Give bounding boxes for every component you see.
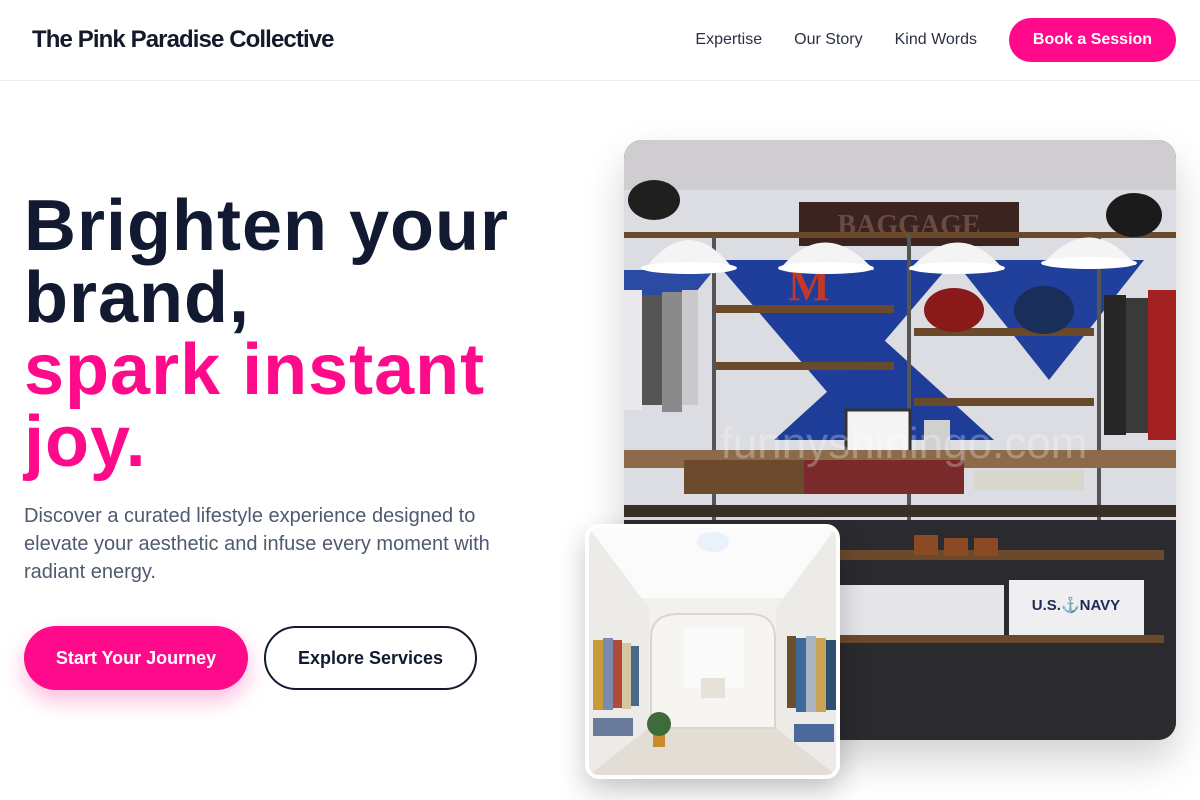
headline-line-2: brand,: [24, 258, 251, 338]
hero-section: Brighten your brand, spark instant joy. …: [24, 190, 564, 690]
nav-link-expertise[interactable]: Expertise: [695, 31, 762, 49]
hero-cta-row: Start Your Journey Explore Services: [24, 626, 564, 690]
site-header: The Pink Paradise Collective Expertise O…: [0, 0, 1200, 81]
hero-headline: Brighten your brand, spark instant joy.: [24, 190, 564, 478]
explore-services-button[interactable]: Explore Services: [264, 626, 477, 690]
start-journey-button[interactable]: Start Your Journey: [24, 626, 248, 690]
boutique-corridor-image: [585, 524, 840, 779]
site-logo[interactable]: The Pink Paradise Collective: [32, 26, 335, 54]
headline-highlight-2: joy.: [24, 402, 147, 482]
image-watermark: funnyshiningo.com: [721, 419, 1088, 468]
hero-subtext: Discover a curated lifestyle experience …: [24, 505, 490, 583]
main-nav: Expertise Our Story Kind Words Book a Se…: [695, 18, 1176, 62]
nav-link-kind-words[interactable]: Kind Words: [895, 31, 977, 49]
nav-link-our-story[interactable]: Our Story: [794, 31, 862, 49]
headline-line-1: Brighten your: [24, 186, 510, 266]
navy-shirt-text: U.S.⚓NAVY: [1032, 596, 1120, 614]
book-session-button[interactable]: Book a Session: [1009, 18, 1176, 62]
headline-highlight-1: spark instant: [24, 330, 486, 410]
